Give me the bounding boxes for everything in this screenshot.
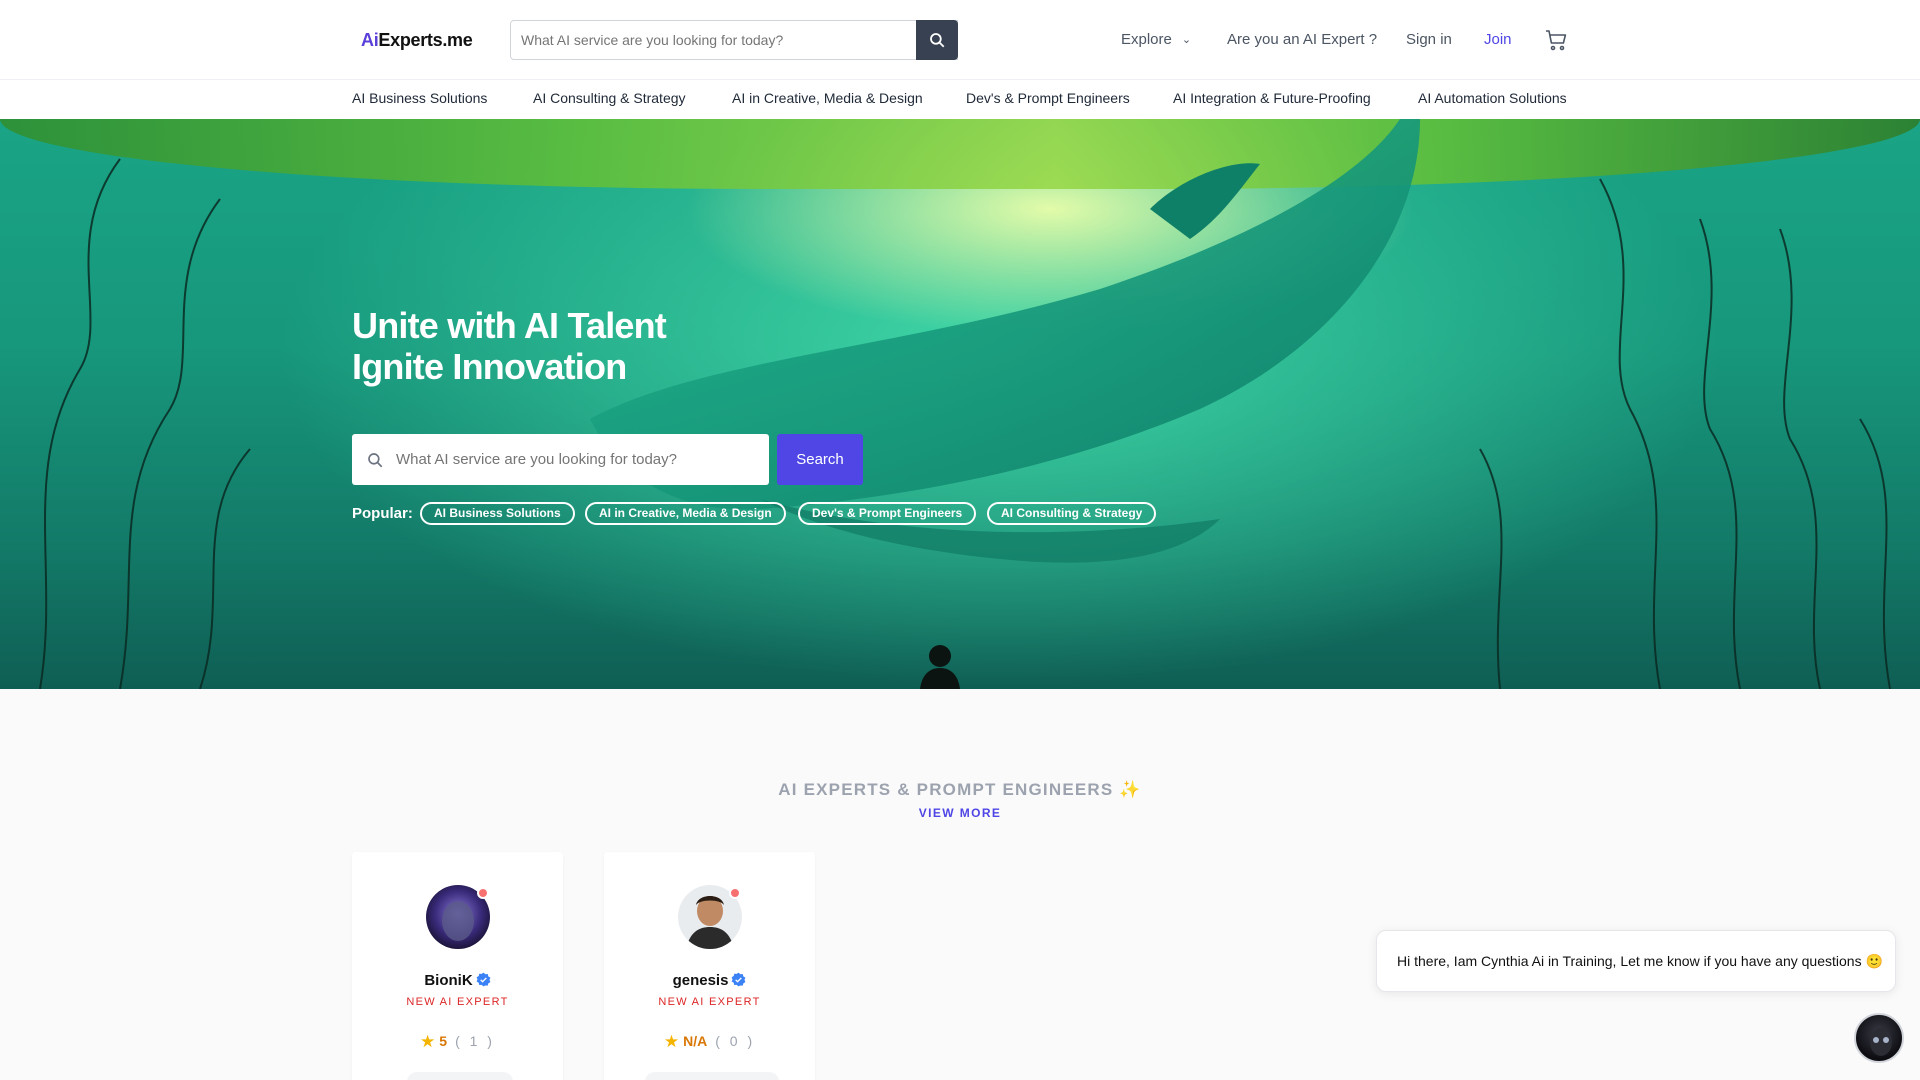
card-action-button[interactable] [407,1072,513,1080]
verified-badge-icon [476,972,491,987]
expert-tag: NEW AI EXPERT [406,996,509,1008]
card-action-button[interactable] [645,1072,779,1080]
become-expert-link[interactable]: Are you an AI Expert ? [1227,31,1377,48]
hero-banner: Unite with AI Talent Ignite Innovation S… [0,119,1920,689]
search-icon [930,33,945,48]
chat-message-text: Hi there, Iam Cynthia Ai in Training, Le… [1397,953,1883,969]
popular-chip-dev-prompt[interactable]: Dev's & Prompt Engineers [798,502,977,525]
popular-chip-ai-creative[interactable]: AI in Creative, Media & Design [585,502,786,525]
verified-badge-icon [732,972,746,987]
search-icon [368,452,383,467]
sparkle-icon: ✨ [1119,780,1142,799]
hero-title: Unite with AI Talent Ignite Innovation [352,305,667,387]
star-icon: ★ [420,1032,436,1051]
category-ai-automation[interactable]: AI Automation Solutions [1418,90,1567,106]
rating-count: ( 1 ) [455,1033,495,1049]
header-search-button[interactable] [916,20,958,60]
expert-rating: ★ 5 ( 1 ) [352,1032,563,1052]
logo-ai-text: Ai [361,30,379,50]
rating-count: ( 0 ) [715,1033,756,1049]
person-silhouette [920,645,960,689]
hero-search-box[interactable] [352,434,769,485]
expert-name-text: genesis [672,972,729,989]
expert-rating: ★ N/A ( 0 ) [604,1032,815,1052]
chat-message-bubble[interactable]: Hi there, Iam Cynthia Ai in Training, Le… [1376,930,1896,992]
site-logo[interactable]: AiExperts.me [361,30,473,51]
rating-value: N/A [683,1033,708,1049]
category-bar: AI Business Solutions AI Consulting & St… [0,80,1920,119]
cart-icon[interactable] [1544,28,1568,52]
expert-name: BioniK [352,972,563,989]
star-icon: ★ [663,1032,680,1051]
status-dot [729,887,741,899]
explore-menu[interactable]: Explore ⌄ [1121,31,1191,48]
logo-rest-text: Experts.me [378,30,473,50]
whale-illustration [39,119,1891,689]
category-ai-business[interactable]: AI Business Solutions [352,90,487,106]
expert-card[interactable]: BioniK NEW AI EXPERT ★ 5 ( 1 ) [352,852,563,1080]
join-link[interactable]: Join [1484,31,1512,48]
header-search-input[interactable] [510,20,958,60]
hero-search-input[interactable] [396,451,756,468]
experts-section-title: AI EXPERTS & PROMPT ENGINEERS ✨ [0,780,1920,800]
expert-tag: NEW AI EXPERT [658,996,761,1008]
sign-in-link[interactable]: Sign in [1406,31,1452,48]
explore-label: Explore [1121,31,1172,48]
popular-chip-ai-business[interactable]: AI Business Solutions [420,502,575,525]
top-header: AiExperts.me Explore ⌄ Are you an AI Expe… [0,0,1920,80]
hero-title-line-1: Unite with AI Talent [352,305,667,346]
chat-assistant-avatar[interactable] [1854,1013,1904,1063]
popular-chip-ai-consulting[interactable]: AI Consulting & Strategy [987,502,1157,525]
category-ai-consulting[interactable]: AI Consulting & Strategy [533,90,686,106]
category-ai-creative[interactable]: AI in Creative, Media & Design [732,90,923,106]
expert-name-text: BioniK [424,972,473,989]
expert-card[interactable]: genesis NEW AI EXPERT ★ N/A ( 0 ) [604,852,815,1080]
rating-value: 5 [439,1033,448,1049]
experts-section-title-text: AI EXPERTS & PROMPT ENGINEERS [778,780,1114,799]
popular-label: Popular: [352,505,413,522]
view-more-link[interactable]: VIEW MORE [0,806,1920,820]
category-ai-integration[interactable]: AI Integration & Future-Proofing [1173,90,1371,106]
hero-search-button[interactable]: Search [777,434,863,485]
chevron-down-icon: ⌄ [1181,34,1192,46]
hero-title-line-2: Ignite Innovation [352,346,627,387]
status-dot [477,887,489,899]
expert-name: genesis [604,972,815,989]
category-dev-prompt[interactable]: Dev's & Prompt Engineers [966,90,1130,106]
